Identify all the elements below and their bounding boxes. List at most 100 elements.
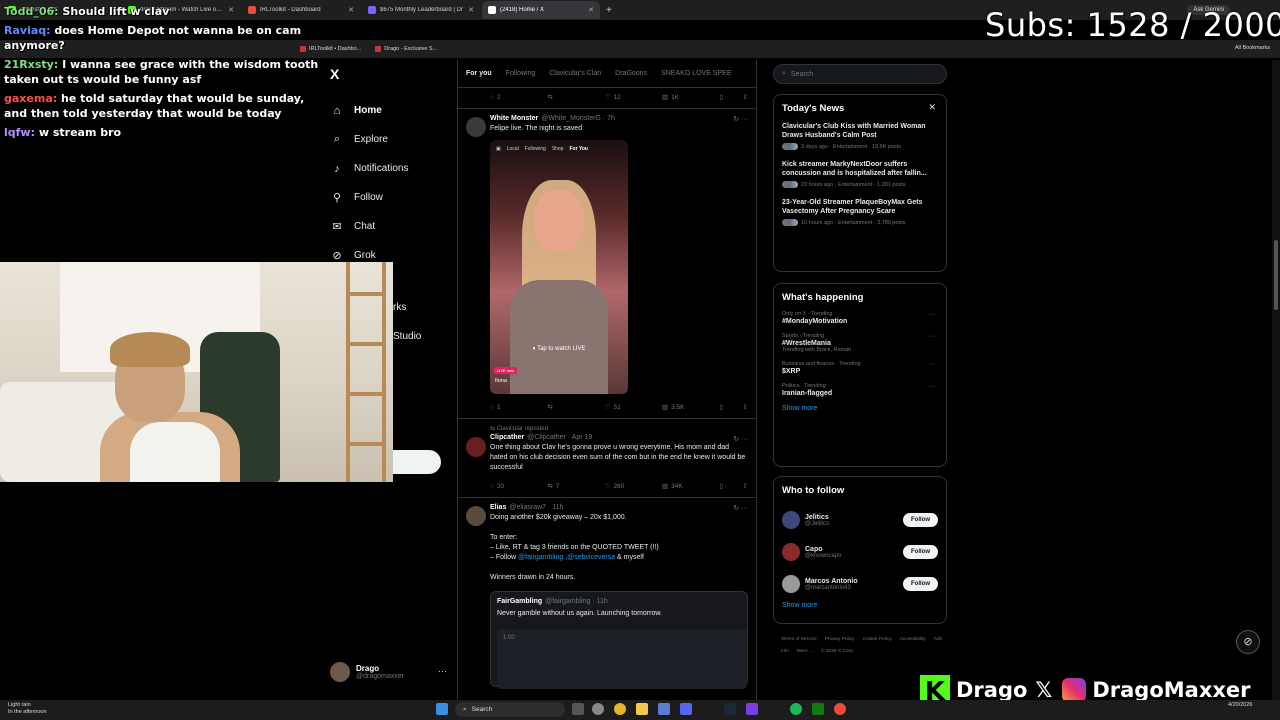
news-item[interactable]: Clavicular's Club Kiss with Married Woma… bbox=[782, 122, 938, 150]
footer-link[interactable]: © 2026 X Corp. bbox=[821, 649, 854, 654]
nav-item-follow[interactable]: ⚲ Follow bbox=[330, 183, 408, 212]
footer-link[interactable]: More ... bbox=[797, 649, 813, 654]
windows-start-icon[interactable] bbox=[436, 703, 448, 715]
taskbar-search[interactable]: ⌕ Search bbox=[455, 702, 565, 717]
avatar[interactable] bbox=[782, 511, 800, 529]
close-tab-icon[interactable]: ✕ bbox=[348, 6, 354, 14]
news-item[interactable]: 23-Year-Old Streamer PlaqueBoyMax Gets V… bbox=[782, 198, 938, 226]
nav-item-home[interactable]: ⌂ Home bbox=[330, 96, 408, 125]
mention-link[interactable]: @fairgambling ,@sebviceversa bbox=[518, 554, 615, 561]
video-tab[interactable]: Shop bbox=[552, 146, 564, 152]
video-tab[interactable]: For You bbox=[570, 146, 588, 152]
page-scrollbar[interactable] bbox=[1272, 60, 1280, 700]
post-author-name[interactable]: Clipcather bbox=[490, 434, 524, 441]
nav-item-bookmarks-partial[interactable]: rks bbox=[393, 302, 406, 313]
more-icon[interactable]: ··· bbox=[438, 666, 447, 676]
follow-button[interactable]: Follow bbox=[903, 577, 938, 591]
share-icon[interactable]: ⇧ bbox=[743, 482, 748, 490]
post-elias[interactable]: Elias @eliasraw7 · 11h ↻ ··· Doing anothe… bbox=[458, 498, 756, 691]
news-item[interactable]: Kick streamer MarkyNextDoor suffers conc… bbox=[782, 160, 938, 188]
trend-item[interactable]: Politics · Trending Iranian-flagged ··· bbox=[782, 383, 938, 397]
post-author-name[interactable]: White Monster bbox=[490, 115, 538, 122]
tap-to-watch[interactable]: ⏸ Tap to watch LIVE bbox=[490, 346, 628, 353]
search-input[interactable]: ⌕ Search bbox=[773, 64, 947, 84]
trend-item[interactable]: Business and finance · Trending $XRP ··· bbox=[782, 361, 938, 375]
post-white-monster[interactable]: White Monster @White_MonsterG · 7h ↻ ··· … bbox=[458, 109, 756, 419]
post-clipcather[interactable]: ⇆ Clavicular reposted Clipcather @Clipcat… bbox=[458, 419, 756, 498]
share-icon[interactable]: ⇧ bbox=[743, 403, 748, 411]
new-tab-icon[interactable]: + bbox=[606, 5, 612, 16]
reply-button[interactable]: ○ 1 bbox=[490, 404, 547, 411]
post-handle[interactable]: @Clipcather · Apr 19 bbox=[527, 434, 592, 441]
avatar[interactable] bbox=[466, 117, 486, 137]
taskbar-app-icon[interactable] bbox=[746, 703, 758, 715]
follow-button[interactable]: Follow bbox=[903, 545, 938, 559]
taskbar-app-icon[interactable] bbox=[658, 703, 670, 715]
bookmark-icon[interactable]: ▯ bbox=[719, 403, 723, 411]
taskbar-app-icon[interactable] bbox=[834, 703, 846, 715]
browser-tab[interactable]: $675 Monthly Leaderboard | Dr ✕ bbox=[362, 1, 480, 19]
close-icon[interactable]: ✕ bbox=[928, 102, 936, 113]
trend-item[interactable]: Sports · Trending #WrestleMania Trending w… bbox=[782, 333, 938, 353]
more-icon[interactable]: ↻ ··· bbox=[733, 115, 748, 123]
feed-tab[interactable]: Following bbox=[506, 70, 536, 77]
post-handle[interactable]: @eliasraw7 · 11h bbox=[509, 504, 563, 511]
grok-icon[interactable]: ⊘ bbox=[1236, 630, 1260, 654]
video-tab[interactable]: Local bbox=[507, 146, 519, 152]
more-icon[interactable]: ··· bbox=[929, 361, 936, 368]
feed-tab[interactable]: For you bbox=[466, 70, 492, 77]
chrome-icon[interactable] bbox=[614, 703, 626, 715]
follow-button[interactable]: Follow bbox=[903, 513, 938, 527]
discord-icon[interactable] bbox=[680, 703, 692, 715]
more-icon[interactable]: ↻ ··· bbox=[733, 504, 748, 512]
feed-tab[interactable]: SNEAKO LOVE SPEE bbox=[661, 70, 731, 77]
bookmark-item[interactable]: Drago - Exclusive S... bbox=[375, 46, 437, 52]
more-icon[interactable]: ↻ ··· bbox=[733, 435, 748, 443]
post-button[interactable] bbox=[393, 450, 441, 474]
post-handle[interactable]: @White_MonsterG · 7h bbox=[541, 115, 615, 122]
avatar[interactable] bbox=[466, 437, 486, 457]
repost-button[interactable]: ⇆ 7 bbox=[547, 482, 604, 491]
live-video-embed[interactable]: ▣ Local Following Shop For You ⏸ Tap to watc… bbox=[490, 140, 628, 394]
trend-item[interactable]: Only on X · Trending #MondayMotivation ··· bbox=[782, 311, 938, 325]
nav-item-notifications[interactable]: ♪ Notifications bbox=[330, 154, 408, 183]
reply-button[interactable]: ○ 2 bbox=[490, 94, 547, 101]
more-icon[interactable]: ··· bbox=[929, 333, 936, 340]
video-tab[interactable]: Following bbox=[525, 146, 546, 152]
more-icon[interactable]: ··· bbox=[929, 383, 936, 390]
more-icon[interactable]: ··· bbox=[929, 311, 936, 318]
x-logo-icon[interactable]: X bbox=[330, 66, 339, 82]
profile-switcher[interactable]: Drago @dragomaxxer bbox=[330, 662, 404, 682]
browser-tab[interactable]: (2418) Home / X ✕ bbox=[482, 1, 600, 19]
avatar[interactable] bbox=[782, 543, 800, 561]
taskbar-clock[interactable]: 4/20/2026 bbox=[1228, 702, 1252, 709]
nav-item-studio-partial[interactable]: Studio bbox=[393, 331, 421, 342]
quoted-post[interactable]: FairGambling @fairgambling · 11h Never ga… bbox=[490, 591, 748, 689]
avatar[interactable] bbox=[466, 506, 486, 526]
all-bookmarks-button[interactable]: All Bookmarks bbox=[1235, 45, 1270, 51]
repost-button[interactable]: ⇆ bbox=[547, 403, 604, 411]
feed-tab[interactable]: DraGoons bbox=[615, 70, 647, 77]
file-explorer-icon[interactable] bbox=[636, 703, 648, 715]
bookmark-icon[interactable]: ▯ bbox=[719, 93, 723, 101]
footer-link[interactable]: Accessibility bbox=[900, 637, 926, 642]
bookmark-icon[interactable]: ▯ bbox=[719, 482, 723, 490]
reply-button[interactable]: ○ 20 bbox=[490, 483, 547, 490]
views-button[interactable]: ▥ 3.5K bbox=[662, 403, 719, 412]
follow-suggestion[interactable]: Jelitics @Jelitics Follow bbox=[782, 504, 938, 536]
weather-widget[interactable]: Light rain In the afternoon bbox=[8, 700, 47, 716]
views-button[interactable]: ▥ 34K bbox=[662, 482, 719, 491]
nav-item-explore[interactable]: ⌕ Explore bbox=[330, 125, 408, 154]
like-button[interactable]: ♡ 12 bbox=[605, 93, 662, 102]
show-more-link[interactable]: Show more bbox=[782, 405, 938, 412]
xbox-icon[interactable] bbox=[812, 703, 824, 715]
close-tab-icon[interactable]: ✕ bbox=[588, 6, 594, 14]
taskbar-app-icon[interactable] bbox=[572, 703, 584, 715]
show-more-link[interactable]: Show more bbox=[782, 602, 938, 609]
share-icon[interactable]: ⇧ bbox=[743, 93, 748, 101]
post-author-name[interactable]: Elias bbox=[490, 504, 506, 511]
avatar[interactable] bbox=[782, 575, 800, 593]
footer-link[interactable]: Privacy Policy bbox=[825, 637, 855, 642]
nav-item-chat[interactable]: ✉ Chat bbox=[330, 212, 408, 241]
spotify-icon[interactable] bbox=[790, 703, 802, 715]
